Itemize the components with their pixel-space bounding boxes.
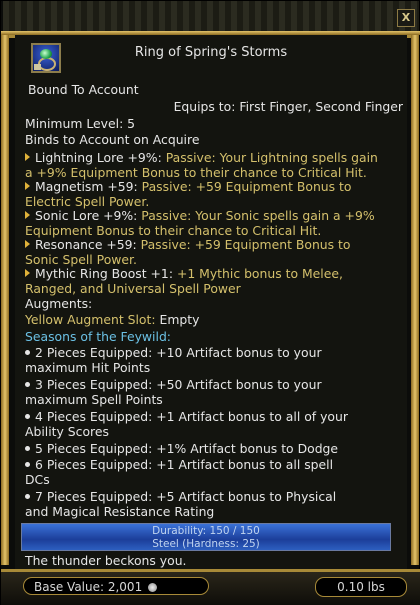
- arrow-icon: [25, 153, 30, 161]
- augment-slot[interactable]: Yellow Augment Slot: Empty: [25, 312, 199, 328]
- arrow-icon: [25, 211, 30, 219]
- tooltip-window: X Ring of Spring's Storms Bound To Accou…: [0, 0, 420, 605]
- bound-text: Bound To Account: [28, 82, 139, 97]
- effect-lightning-lore[interactable]: Lightning Lore +9%: Passive: Your Lightn…: [25, 150, 378, 166]
- right-border: [411, 35, 419, 565]
- set-bonus-6-cont: DCs: [25, 472, 50, 487]
- set-bonus-6: 6 Pieces Equipped: +1 Artifact bonus to …: [25, 457, 333, 473]
- material-text: Steel (Hardness: 25): [152, 537, 260, 550]
- base-value-text: Base Value: 2,001: [34, 580, 143, 594]
- augments-label: Augments:: [25, 296, 93, 311]
- flavor-text: The thunder beckons you.: [25, 553, 187, 568]
- set-bonus-5: 5 Pieces Equipped: +1% Artifact bonus to…: [25, 441, 338, 457]
- set-bonus-2: 2 Pieces Equipped: +10 Artifact bonus to…: [25, 345, 322, 361]
- binds-text: Binds to Account on Acquire: [25, 132, 200, 147]
- set-bonus-2-cont: maximum Hit Points: [25, 360, 151, 375]
- item-title: Ring of Spring's Storms: [134, 45, 288, 60]
- platinum-coin-icon: [148, 583, 158, 592]
- effect-mythic-ring-boost[interactable]: Mythic Ring Boost +1: +1 Mythic bonus to…: [25, 266, 343, 282]
- effect-sonic-lore[interactable]: Sonic Lore +9%: Passive: Your Sonic spel…: [25, 208, 375, 224]
- effect-resonance[interactable]: Resonance +59: Passive: +59 Equipment Bo…: [25, 237, 351, 253]
- min-level-text: Minimum Level: 5: [25, 116, 136, 131]
- set-name: Seasons of the Feywild:: [25, 329, 171, 344]
- base-value-box: Base Value: 2,001: [23, 577, 209, 595]
- durability-text: Durability: 150 / 150: [152, 525, 260, 537]
- tooltip-body: Ring of Spring's Storms Bound To Account…: [15, 35, 407, 569]
- durability-bar: Durability: 150 / 150 Steel (Hardness: 2…: [21, 523, 391, 551]
- set-bonus-7-cont: and Magical Resistance Rating: [25, 504, 215, 519]
- set-bonus-3-cont: maximum Spell Points: [25, 392, 163, 407]
- close-icon[interactable]: X: [397, 9, 415, 27]
- equips-to-text: Equips to: First Finger, Second Finger: [173, 99, 403, 114]
- set-bonus-7: 7 Pieces Equipped: +5 Artifact bonus to …: [25, 489, 336, 505]
- effect-magnetism[interactable]: Magnetism +59: Passive: +59 Equipment Bo…: [25, 179, 352, 195]
- footer-bar: Base Value: 2,001 0.10 lbs: [1, 569, 420, 605]
- effect-mythic-ring-boost-desc: Ranged, and Universal Spell Power: [25, 281, 241, 296]
- set-bonus-3: 3 Pieces Equipped: +50 Artifact bonus to…: [25, 377, 322, 393]
- arrow-icon: [25, 182, 30, 190]
- set-bonus-4: 4 Pieces Equipped: +1 Artifact bonus to …: [25, 409, 348, 425]
- arrow-icon: [25, 269, 30, 277]
- arrow-icon: [25, 240, 30, 248]
- set-bonus-4-cont: Ability Scores: [25, 424, 109, 439]
- left-border: [1, 35, 9, 565]
- weight-box: 0.10 lbs: [315, 577, 407, 597]
